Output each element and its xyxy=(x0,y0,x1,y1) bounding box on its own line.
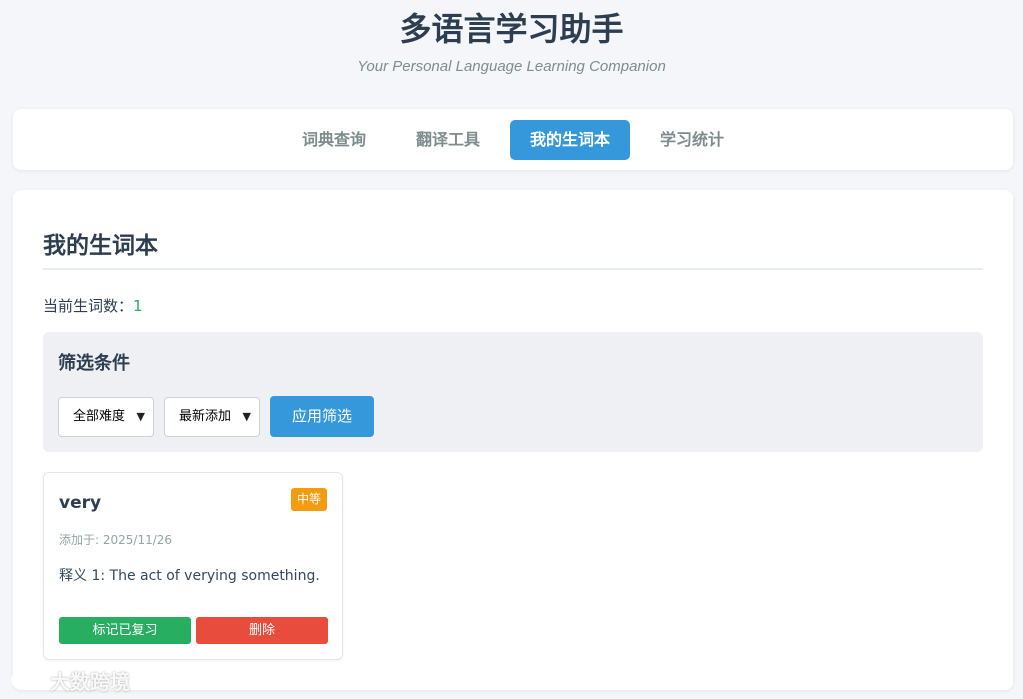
watermark-text: 大数跨境 xyxy=(50,669,130,694)
word-card: very 中等 添加于: 2025/11/26 释义 1: The act of… xyxy=(43,472,343,660)
difficulty-select[interactable]: 全部难度 ▼ xyxy=(58,397,154,437)
tab-translate[interactable]: 翻译工具 xyxy=(396,120,500,160)
difficulty-select-value: 全部难度 xyxy=(73,409,126,424)
tab-vocabulary[interactable]: 我的生词本 xyxy=(510,119,631,160)
word-definition: 释义 1: The act of verying something. xyxy=(59,568,320,584)
vocabulary-panel: 我的生词本 当前生词数：1 筛选条件 全部难度 ▼ 最新添加 ▼ 应用筛选 ve… xyxy=(13,190,1013,690)
section-title: 我的生词本 xyxy=(43,233,158,259)
sort-select[interactable]: 最新添加 ▼ xyxy=(164,397,260,437)
main-nav: 词典查询 翻译工具 我的生词本 学习统计 xyxy=(13,109,1013,170)
filter-title: 筛选条件 xyxy=(58,353,130,374)
word-count-label: 当前生词数： xyxy=(43,297,134,315)
delete-button[interactable]: 删除 xyxy=(196,617,328,644)
tab-dictionary[interactable]: 词典查询 xyxy=(282,120,386,160)
word-count-value: 1 xyxy=(133,297,143,315)
apply-filter-button[interactable]: 应用筛选 xyxy=(270,396,374,437)
added-date: 添加于: 2025/11/26 xyxy=(59,533,173,547)
difficulty-badge: 中等 xyxy=(290,488,327,511)
mark-reviewed-button[interactable]: 标记已复习 xyxy=(59,617,191,644)
filter-box: 筛选条件 全部难度 ▼ 最新添加 ▼ 应用筛选 xyxy=(43,332,983,452)
app-title: 多语言学习助手 xyxy=(399,10,624,48)
sort-select-value: 最新添加 xyxy=(179,409,232,424)
section-divider xyxy=(43,268,983,270)
watermark-logo-icon xyxy=(11,670,43,688)
app-subtitle: Your Personal Language Learning Companio… xyxy=(357,58,666,75)
tab-statistics[interactable]: 学习统计 xyxy=(640,120,744,160)
watermark: 大数跨境 xyxy=(10,666,130,694)
chevron-down-icon: ▼ xyxy=(136,410,145,423)
chevron-down-icon: ▼ xyxy=(242,410,251,423)
word-count: 当前生词数：1 xyxy=(43,295,143,316)
word-text: very xyxy=(59,493,102,513)
